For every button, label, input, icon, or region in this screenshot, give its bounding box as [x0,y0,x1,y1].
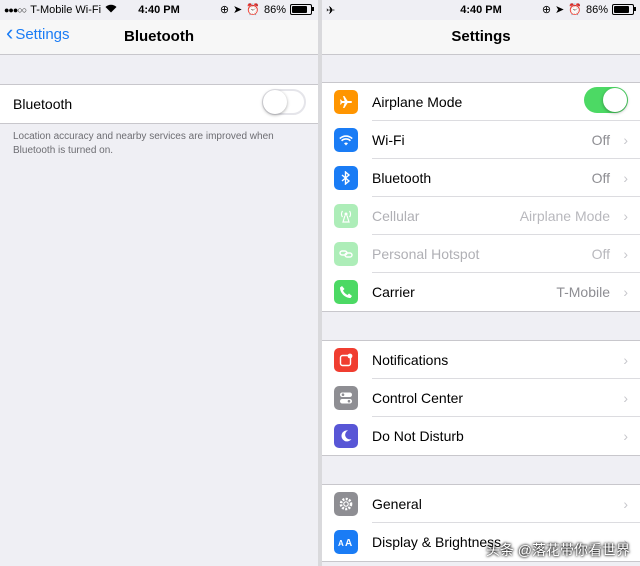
gear-icon [334,492,358,516]
svg-text:A: A [345,538,352,548]
settings-row-do-not-disturb[interactable]: Do Not Disturb › [322,417,640,455]
display-icon: AA [334,530,358,554]
settings-row-personal-hotspot[interactable]: Personal Hotspot Off › [322,235,640,273]
status-bar: ✈ 4:40 PM ⊕ ➤ ⏰ 86% [322,0,640,20]
settings-row-label: Bluetooth [372,170,432,186]
battery-icon [612,4,636,15]
settings-row-value: Airplane Mode [519,208,610,224]
bluetooth-group: Bluetooth [0,84,318,124]
hotspot-icon [334,242,358,266]
settings-screen: ✈ 4:40 PM ⊕ ➤ ⏰ 86% Settings Airplane Mo… [322,0,640,566]
settings-row-label: Wi-Fi [372,132,405,148]
chevron-right-icon: › [623,132,628,148]
settings-row-value: Off [591,132,610,148]
settings-row-label: Personal Hotspot [372,246,480,262]
settings-row-cellular[interactable]: Cellular Airplane Mode › [322,197,640,235]
nav-bar: Settings [322,20,640,55]
airplane-icon [334,90,358,114]
moon-icon [334,424,358,448]
settings-row-bluetooth[interactable]: Bluetooth Off › [322,159,640,197]
settings-group: Notifications › Control Center › Do Not Dist… [322,340,640,456]
chevron-right-icon: › [623,284,628,300]
chevron-right-icon: › [623,246,628,262]
page-title: Settings [451,28,511,45]
status-bar: ●●●○○ T-Mobile Wi-Fi 4:40 PM ⊕ ➤ ⏰ 86% [0,0,318,20]
settings-row-general[interactable]: General › [322,485,640,523]
location-icon: ➤ [555,4,565,16]
alarm-icon: ⏰ [246,4,260,16]
settings-row-label: Notifications [372,352,449,368]
settings-row-value: Off [591,246,610,262]
settings-row-label: Cellular [372,208,420,224]
bluetooth-row: Bluetooth [0,85,318,123]
settings-row-value: Off [591,170,610,186]
settings-row-carrier[interactable]: Carrier T-Mobile › [322,273,640,311]
battery-percent: 86% [585,3,608,16]
settings-row-label: Carrier [372,284,415,300]
settings-row-label: Display & Brightness [372,534,502,550]
bluetooth-toggle[interactable] [262,89,306,115]
cellular-icon [334,204,358,228]
watermark-text: 头条 @落花带你看世界 [485,542,630,558]
settings-row-value: T-Mobile [556,284,610,300]
watermark: 头条 @落花带你看世界 [486,540,630,560]
toggle-knob [603,88,627,112]
lock-rotation-icon: ⊕ [541,4,552,16]
settings-group: Airplane Mode Wi-Fi Off › Bluetooth Off › Cellu… [322,82,640,312]
settings-row-label: General [372,496,422,512]
notifications-icon [334,348,358,372]
battery-icon [290,4,314,15]
bluetooth-icon [334,166,358,190]
settings-row-label: Control Center [372,390,464,406]
chevron-right-icon: › [623,428,628,444]
settings-row-label: Airplane Mode [372,94,463,110]
alarm-icon: ⏰ [568,4,582,16]
chevron-right-icon: › [623,170,628,186]
bluetooth-label: Bluetooth [13,96,73,112]
chevron-right-icon: › [623,352,628,368]
bluetooth-screen: ●●●○○ T-Mobile Wi-Fi 4:40 PM ⊕ ➤ ⏰ 86% ‹… [0,0,318,566]
settings-row-wi-fi[interactable]: Wi-Fi Off › [322,121,640,159]
location-icon: ➤ [233,4,243,16]
settings-row-airplane-mode[interactable]: Airplane Mode [322,83,640,121]
settings-row-control-center[interactable]: Control Center › [322,379,640,417]
control-center-icon [334,386,358,410]
bluetooth-footer-text: Location accuracy and nearby services ar… [13,131,274,156]
chevron-right-icon: › [623,390,628,406]
chevron-right-icon: › [623,496,628,512]
phone-icon [334,280,358,304]
airplane-mode-toggle[interactable] [584,87,628,113]
wifi-icon [334,128,358,152]
settings-row-label: Do Not Disturb [372,428,464,444]
settings-row-notifications[interactable]: Notifications › [322,341,640,379]
battery-percent: 86% [263,3,286,16]
nav-bar: ‹ Settings Bluetooth [0,20,318,55]
chevron-right-icon: › [623,208,628,224]
toggle-knob [263,90,287,114]
svg-text:A: A [338,539,344,548]
page-title: Bluetooth [124,28,194,45]
lock-rotation-icon: ⊕ [219,4,230,16]
